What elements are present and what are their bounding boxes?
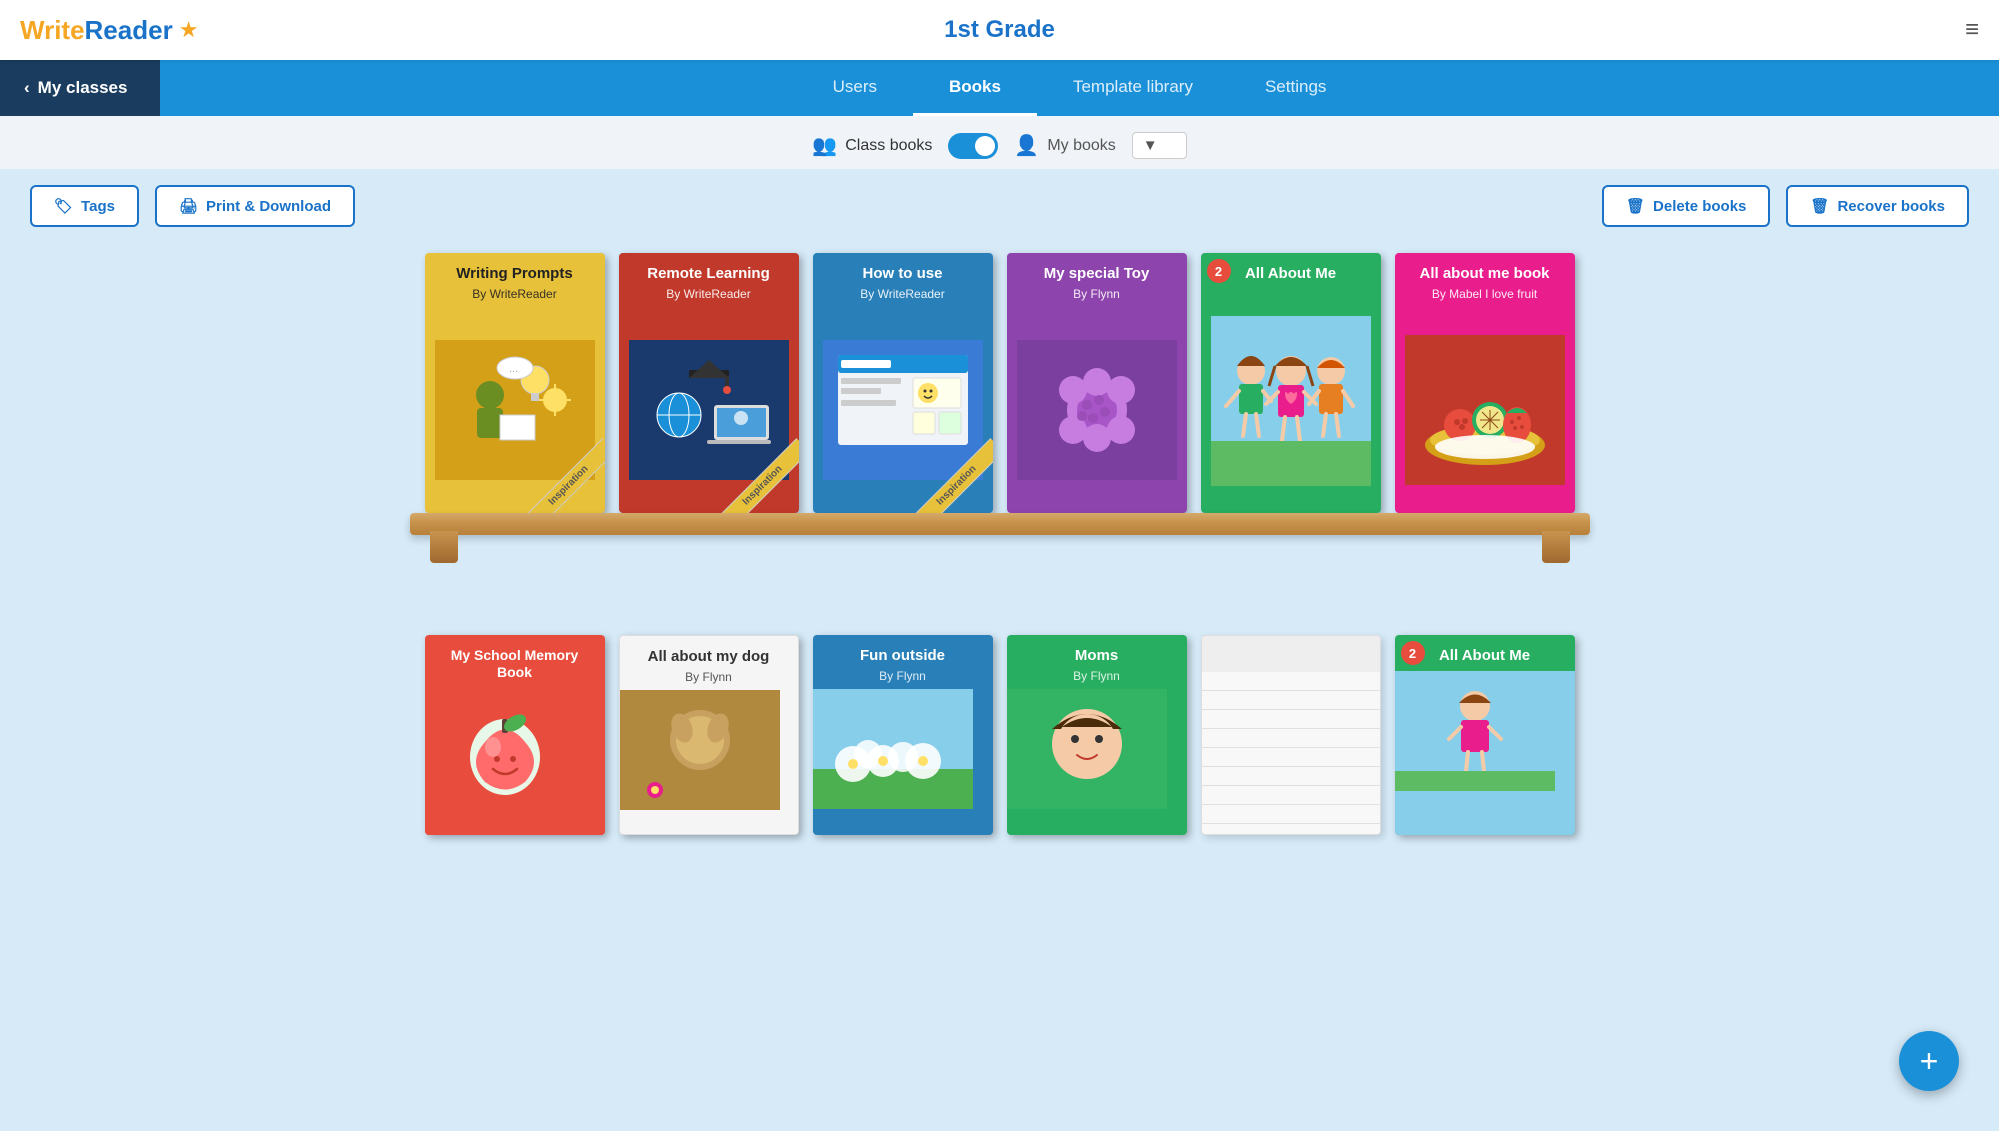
book-all-about-me-1[interactable]: 2 All About Me: [1201, 253, 1381, 513]
book-my-special-toy[interactable]: My special Toy By Flynn: [1007, 253, 1187, 513]
shelf-bracket-right: [1542, 531, 1570, 563]
book-remote-learning[interactable]: Remote Learning By WriteReader: [619, 253, 799, 513]
books-row-2: My School Memory Book: [400, 635, 1600, 835]
tab-users[interactable]: Users: [797, 60, 913, 116]
book-image: [1007, 307, 1187, 513]
myclasses-label: My classes: [38, 78, 128, 98]
view-toggle[interactable]: [948, 133, 998, 159]
fab-add-button[interactable]: +: [1899, 1031, 1959, 1091]
svg-text:...: ...: [509, 363, 518, 375]
toggle-knob: [975, 136, 995, 156]
book-image: Inspiration: [619, 307, 799, 513]
page-title: 1st Grade: [944, 16, 1055, 44]
book-all-about-me-book[interactable]: All about me book By Mabel I love fruit: [1395, 253, 1575, 513]
book-my-school-memory[interactable]: My School Memory Book: [425, 635, 605, 835]
book-blank[interactable]: [1201, 635, 1381, 835]
badge-2-shelf2: 2: [1401, 641, 1425, 665]
print-icon: 🖨: [179, 197, 198, 215]
books-row-1: Writing Prompts By WriteReader: [400, 253, 1600, 513]
shelf-bracket-left: [430, 531, 458, 563]
plus-icon: +: [1920, 1043, 1939, 1080]
my-books-dropdown[interactable]: ▼: [1132, 132, 1187, 159]
logo: WriteReader ★: [20, 15, 198, 46]
bookshelf-1: [410, 513, 1590, 535]
shelf-wrapper-1: Writing Prompts By WriteReader: [400, 253, 1600, 535]
tab-settings[interactable]: Settings: [1229, 60, 1362, 116]
logo-star-icon: ★: [179, 17, 199, 43]
book-top: Writing Prompts By WriteReader: [425, 253, 605, 307]
book-top: My special Toy By Flynn: [1007, 253, 1187, 307]
book-all-about-my-dog[interactable]: All about my dog By Flynn: [619, 635, 799, 835]
print-download-button[interactable]: 🖨 Print & Download: [155, 185, 355, 227]
tag-icon: 🏷: [54, 197, 73, 215]
tags-button[interactable]: 🏷 Tags: [30, 185, 139, 227]
toggle-row: 👥 Class books 👤 My books ▼: [0, 116, 1999, 169]
badge-2: 2: [1207, 259, 1231, 283]
navbar: ‹ My classes Users Books Template librar…: [0, 60, 1999, 116]
back-arrow-icon: ‹: [24, 78, 30, 98]
hamburger-icon[interactable]: ≡: [1965, 16, 1979, 44]
recover-books-button[interactable]: 🗑 Recover books: [1786, 185, 1969, 227]
logo-text: WriteReader: [20, 15, 173, 46]
action-bar: 🏷 Tags 🖨 Print & Download 🗑 Delete books…: [0, 169, 1999, 243]
trash-icon: 🗑: [1626, 197, 1645, 215]
recover-icon: 🗑: [1810, 197, 1829, 215]
book-image: ... Inspiration: [425, 307, 605, 513]
book-top: Remote Learning By WriteReader: [619, 253, 799, 307]
shelf-section-1: Writing Prompts By WriteReader: [0, 243, 1999, 565]
section-gap: [0, 565, 1999, 625]
tab-books[interactable]: Books: [913, 60, 1037, 116]
tab-template-library[interactable]: Template library: [1037, 60, 1229, 116]
book-how-to-use[interactable]: How to use By WriteReader: [813, 253, 993, 513]
book-fun-outside[interactable]: Fun outside By Flynn: [813, 635, 993, 835]
book-top: How to use By WriteReader: [813, 253, 993, 307]
shelf-wrapper-2: My School Memory Book: [400, 635, 1600, 835]
book-all-about-me-2[interactable]: 2 All About Me: [1395, 635, 1575, 835]
nav-tabs: Users Books Template library Settings: [160, 60, 1999, 116]
logo-write: Write: [20, 15, 85, 45]
book-image: [1201, 289, 1381, 513]
logo-reader: Reader: [85, 15, 173, 45]
person-icon: 👤: [1014, 133, 1039, 158]
book-writing-prompts[interactable]: Writing Prompts By WriteReader: [425, 253, 605, 513]
shelf-section-2: My School Memory Book: [0, 625, 1999, 865]
nav-myclasses[interactable]: ‹ My classes: [0, 60, 160, 116]
class-books-label: 👥 Class books: [812, 133, 932, 158]
my-books-label: 👤 My books: [1014, 133, 1115, 158]
book-image: [1395, 307, 1575, 513]
book-top: All about me book By Mabel I love fruit: [1395, 253, 1575, 307]
delete-books-button[interactable]: 🗑 Delete books: [1602, 185, 1770, 227]
header: WriteReader ★ 1st Grade ≡: [0, 0, 1999, 60]
group-icon: 👥: [812, 133, 837, 158]
book-image: Inspiration: [813, 307, 993, 513]
book-moms[interactable]: Moms By Flynn: [1007, 635, 1187, 835]
